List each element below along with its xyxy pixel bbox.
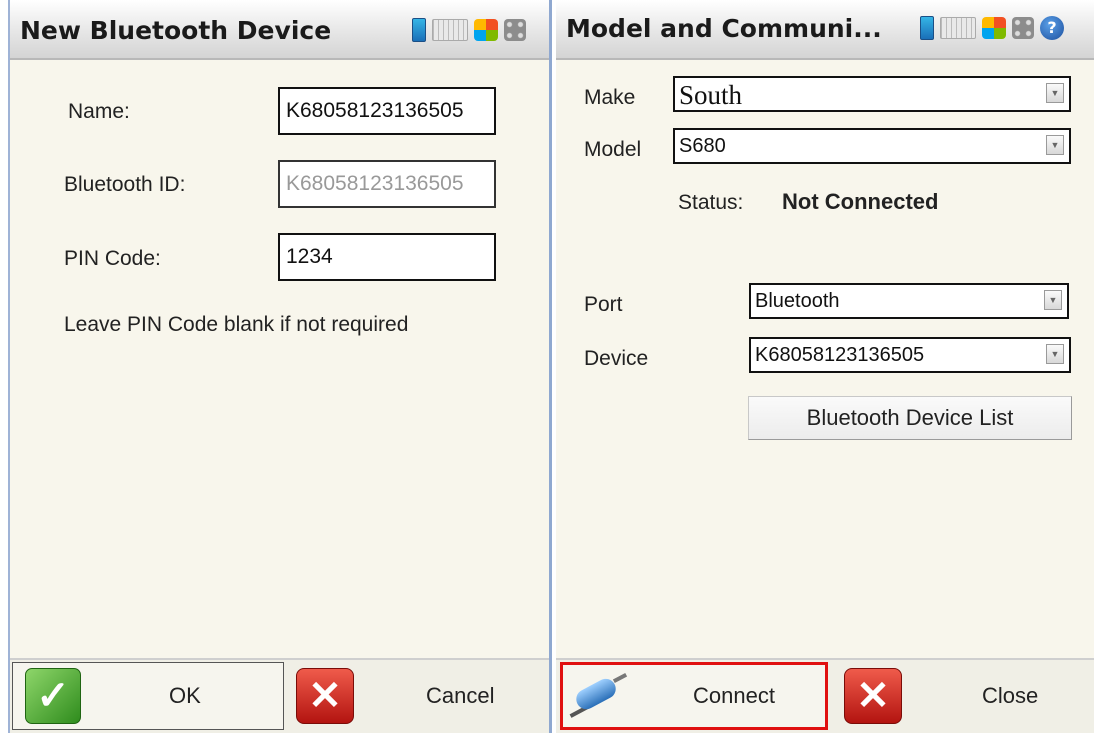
dropdown-arrow-icon[interactable]: ▼ [1046, 344, 1064, 364]
checkmark-icon: ✓ [25, 668, 81, 724]
connect-button-label: Connect [693, 683, 775, 708]
bluetooth-id-field: K68058123136505 [278, 160, 496, 208]
bluetooth-id-label: Bluetooth ID: [64, 173, 186, 196]
pin-code-label: PIN Code: [64, 247, 161, 270]
make-dropdown[interactable]: South ▼ [673, 76, 1071, 112]
dropdown-arrow-icon[interactable]: ▼ [1046, 83, 1064, 103]
port-value: Bluetooth [755, 290, 840, 312]
help-icon[interactable]: ? [1040, 16, 1064, 40]
keyboard-icon[interactable] [940, 17, 976, 39]
connect-button[interactable]: Connect [560, 662, 828, 730]
bottom-button-bar: ✓ OK ✕ Cancel [10, 658, 549, 733]
device-value: K68058123136505 [755, 344, 925, 366]
cancel-button-label: Cancel [426, 683, 495, 708]
close-x-icon: ✕ [296, 668, 354, 724]
new-bluetooth-device-window: New Bluetooth Device Name: K680581231365… [8, 0, 552, 733]
ok-button-label: OK [169, 683, 201, 708]
grid-icon[interactable] [1012, 17, 1034, 39]
make-label: Make [584, 86, 636, 109]
status-value: Not Connected [782, 189, 939, 214]
device-label: Device [584, 347, 649, 370]
system-tray: ? [920, 16, 1064, 40]
status-label: Status: [678, 191, 744, 214]
system-tray [412, 18, 526, 42]
grid-icon[interactable] [504, 19, 526, 41]
make-value: South [679, 80, 743, 110]
name-input[interactable]: K68058123136505 [278, 87, 496, 135]
dropdown-arrow-icon[interactable]: ▼ [1044, 290, 1062, 310]
plug-icon [569, 670, 629, 722]
model-label: Model [584, 138, 642, 161]
close-x-icon: ✕ [844, 668, 902, 724]
model-value: S680 [679, 135, 726, 157]
title-bar: New Bluetooth Device [10, 0, 549, 60]
model-and-communication-window: Model and Communi... ? Make South ▼ Mode… [556, 0, 1094, 733]
pin-code-input[interactable]: 1234 [278, 233, 496, 281]
model-dropdown[interactable]: S680 ▼ [673, 128, 1071, 164]
windows-flag-icon[interactable] [982, 17, 1006, 39]
device-dropdown[interactable]: K68058123136505 ▼ [749, 337, 1071, 373]
close-button-label: Close [982, 683, 1039, 708]
bluetooth-device-list-button[interactable]: Bluetooth Device List [748, 396, 1072, 440]
battery-icon[interactable] [920, 16, 934, 40]
title-bar: Model and Communi... ? [556, 0, 1094, 60]
pin-hint-text: Leave PIN Code blank if not required [64, 313, 409, 336]
ok-button[interactable]: ✓ OK [12, 662, 284, 730]
close-button[interactable]: ✕ Close [838, 662, 1088, 730]
keyboard-icon[interactable] [432, 19, 468, 41]
bluetooth-device-list-label: Bluetooth Device List [806, 405, 1014, 430]
dropdown-arrow-icon[interactable]: ▼ [1046, 135, 1064, 155]
battery-icon[interactable] [412, 18, 426, 42]
bottom-button-bar: Connect ✕ Close [556, 658, 1094, 733]
window-title: Model and Communi... [566, 14, 882, 43]
port-label: Port [584, 293, 623, 316]
windows-flag-icon[interactable] [474, 19, 498, 41]
port-dropdown[interactable]: Bluetooth ▼ [749, 283, 1069, 319]
name-label: Name: [68, 100, 130, 123]
cancel-button[interactable]: ✕ Cancel [290, 662, 542, 730]
window-title: New Bluetooth Device [20, 16, 332, 45]
